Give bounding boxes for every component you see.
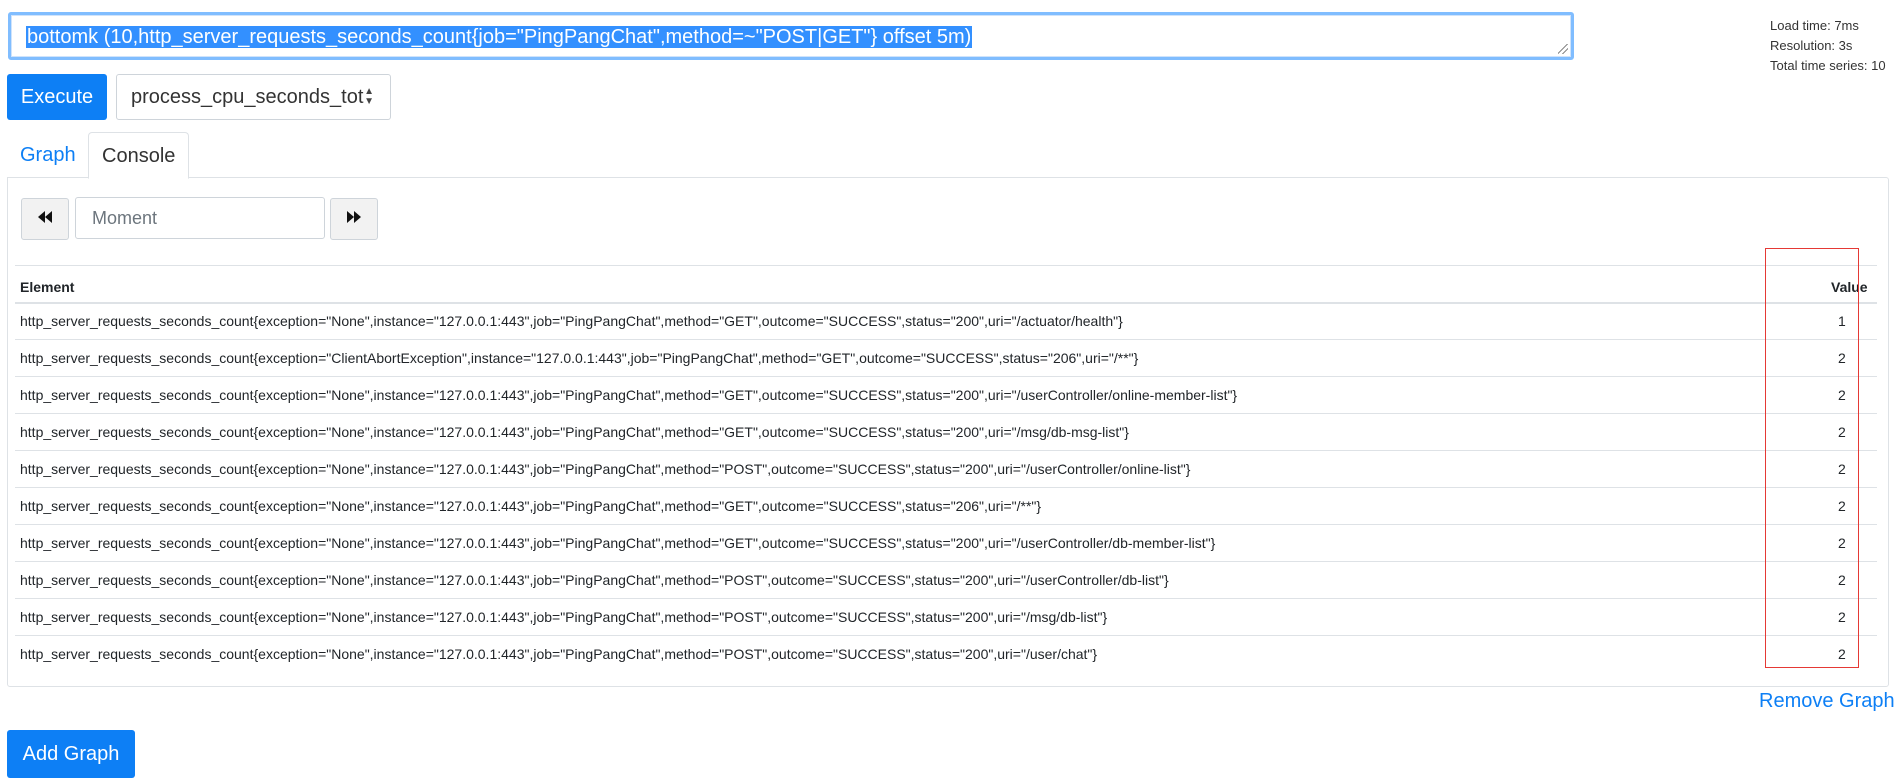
value-cell: 2 [1817, 450, 1877, 488]
table-row: http_server_requests_seconds_count{excep… [15, 413, 1877, 451]
element-cell: http_server_requests_seconds_count{excep… [15, 561, 1817, 599]
value-cell: 2 [1817, 339, 1877, 377]
table-row: http_server_requests_seconds_count{excep… [15, 339, 1877, 377]
selected-expression: bottomk (10,http_server_requests_seconds… [26, 26, 973, 48]
moment-input[interactable] [75, 197, 325, 239]
value-cell: 2 [1817, 376, 1877, 414]
table-header-row: Element Value [15, 265, 1877, 304]
value-cell: 2 [1838, 646, 1846, 663]
table-row: http_server_requests_seconds_count{excep… [15, 598, 1877, 636]
element-cell: http_server_requests_seconds_count{excep… [15, 302, 1817, 340]
select-caret-icon: ▲ ▼ [364, 86, 374, 107]
resize-handle-icon[interactable] [1558, 44, 1568, 54]
execute-button[interactable]: Execute [7, 74, 107, 120]
value-cell: 2 [1817, 413, 1877, 451]
value-cell: 2 [1817, 487, 1877, 525]
element-cell: http_server_requests_seconds_count{excep… [15, 598, 1817, 636]
metric-select[interactable]: process_cpu_seconds_tot ▲ ▼ [116, 74, 391, 120]
element-cell: http_server_requests_seconds_count{excep… [15, 376, 1817, 414]
column-header-value: Value [1817, 265, 1877, 304]
table-row: http_server_requests_seconds_count{excep… [15, 376, 1877, 414]
query-stats: Load time: 7ms Resolution: 3s Total time… [1770, 16, 1886, 76]
table-row: http_server_requests_seconds_count{excep… [15, 524, 1877, 562]
fast-forward-icon [347, 210, 361, 227]
table-row: http_server_requests_seconds_count{excep… [15, 487, 1877, 525]
table-row: http_server_requests_seconds_count{excep… [15, 450, 1877, 488]
value-cell: 2 [1817, 598, 1877, 636]
element-cell: http_server_requests_seconds_count{excep… [15, 450, 1817, 488]
total-time-series: Total time series: 10 [1770, 58, 1886, 73]
element-cell: http_server_requests_seconds_count{excep… [15, 524, 1817, 562]
element-cell: http_server_requests_seconds_count{excep… [15, 339, 1817, 377]
fast-backward-icon [38, 210, 52, 227]
tab-console[interactable]: Console [88, 132, 190, 179]
moment-back-button[interactable] [21, 198, 69, 240]
table-row: http_server_requests_seconds_count{excep… [15, 561, 1877, 599]
element-cell: http_server_requests_seconds_count{excep… [15, 487, 1817, 525]
metric-select-value: process_cpu_seconds_tot [131, 86, 364, 108]
table-row: http_server_requests_seconds_count{excep… [15, 636, 1877, 673]
results-table: Element Value http_server_requests_secon… [15, 265, 1877, 673]
load-time: Load time: 7ms [1770, 18, 1859, 33]
resolution: Resolution: 3s [1770, 38, 1853, 53]
value-cell: 1 [1817, 302, 1877, 340]
value-cell: 2 [1817, 561, 1877, 599]
table-row: http_server_requests_seconds_count{excep… [15, 302, 1877, 340]
console-panel: Element Value http_server_requests_secon… [7, 177, 1889, 687]
value-cell: 2 [1817, 524, 1877, 562]
expression-text: bottomk (10,http_server_requests_seconds… [26, 26, 973, 48]
remove-graph-link[interactable]: Remove Graph [1759, 690, 1895, 713]
tab-graph[interactable]: Graph [7, 132, 89, 179]
moment-forward-button[interactable] [330, 198, 378, 240]
add-graph-button[interactable]: Add Graph [7, 730, 135, 778]
element-cell: http_server_requests_seconds_count{excep… [20, 646, 1098, 663]
expression-input[interactable]: bottomk (10,http_server_requests_seconds… [8, 12, 1574, 60]
column-header-element: Element [15, 265, 1817, 304]
element-cell: http_server_requests_seconds_count{excep… [15, 413, 1817, 451]
